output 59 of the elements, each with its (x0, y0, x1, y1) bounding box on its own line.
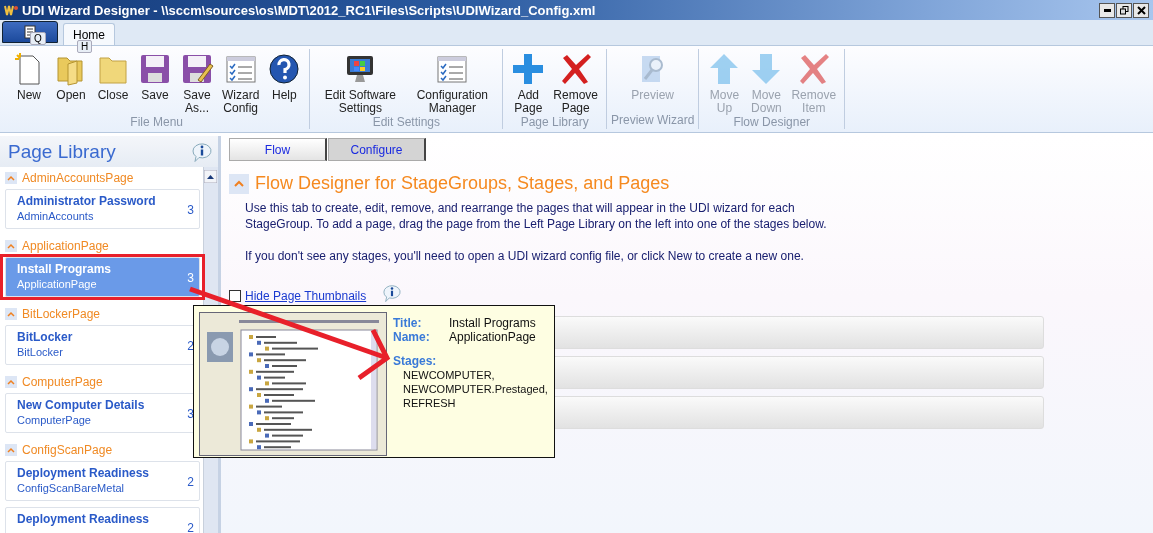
key-tip-tooltip: Q (30, 32, 46, 45)
page-title: Deployment Readiness (17, 512, 150, 526)
window-title: UDI Wizard Designer - \\sccm\sources\os\MDT\2012_RC1\Files\Scripts\UDIWizard_Config.xml (22, 2, 597, 18)
ribbon-button[interactable]: Save As... (176, 52, 218, 115)
ribbon-button[interactable]: Add Page (507, 52, 550, 115)
group-header: ApplicationPage (22, 239, 109, 253)
group-header: ConfigScanPage (22, 443, 113, 457)
ribbon-button[interactable]: Open (50, 52, 92, 115)
ribbon-button[interactable]: Close (92, 52, 134, 115)
group-header: ComputerPage (22, 375, 103, 389)
page-type: ConfigScanBareMetal (17, 482, 125, 494)
field-value: ApplicationPage (449, 330, 536, 344)
group-header: BitLockerPage (22, 307, 101, 321)
ribbon-group-label: Edit Settings (372, 115, 441, 131)
page-title: Deployment Readiness (17, 466, 150, 480)
ribbon-button[interactable]: Remove Page (549, 52, 603, 115)
page-title: Administrator Password (17, 194, 156, 208)
stage-name: NEWCOMPUTER, (403, 368, 496, 382)
field-label: Title: (393, 316, 423, 330)
page-type: ApplicationPage (17, 278, 98, 290)
ribbon-group-label: Page Library (520, 115, 589, 131)
ribbon-button[interactable]: Help (263, 52, 306, 115)
page-count: 3 (187, 271, 194, 285)
content-tab[interactable]: Flow (229, 138, 327, 161)
ribbon-button[interactable]: Save (134, 52, 176, 115)
section-title: Flow Designer for StageGroups, Stages, and Pages (255, 173, 670, 194)
page-count: 2 (187, 521, 194, 533)
content-tab[interactable]: Configure (328, 138, 426, 161)
checkbox-label[interactable]: Hide Page Thumbnails (245, 288, 367, 303)
ribbon-button[interactable]: Edit Software Settings (314, 52, 407, 115)
field-label: Name: (393, 330, 431, 344)
field-label: Stages: (393, 354, 438, 368)
ribbon-group-label: Flow Designer (733, 115, 811, 131)
sidebar-title: Page Library (8, 140, 116, 163)
page-count: 2 (187, 475, 194, 489)
page-card[interactable]: Deployment Readiness 2 (5, 507, 200, 533)
ribbon-group-label: File Menu (130, 115, 183, 131)
page-title: Install Programs (17, 262, 112, 276)
page-count: 3 (187, 203, 194, 217)
stage-name: NEWCOMPUTER.Prestaged, (403, 382, 548, 396)
description-text: Use this tab to create, edit, remove, and rearrange the pages that will appear in the UDI wizard for each StageGroup. To add a page, drag the page from the Left Page Library on the left into one of the stages below. (245, 200, 828, 232)
description-text: If you don't see any stages, you'll need to open a UDI wizard config file, or click New to create a new one. (245, 248, 805, 264)
ribbon-group-label: Preview Wizard (611, 113, 695, 129)
page-count: 3 (187, 407, 194, 421)
ribbon-button[interactable]: Wizard Config (218, 52, 264, 115)
page-title: BitLocker (17, 330, 73, 344)
key-tip-tooltip: H (77, 40, 93, 53)
page-title: New Computer Details (17, 398, 145, 412)
group-header: AdminAccountsPage (22, 171, 134, 185)
page-type: AdminAccounts (17, 210, 95, 222)
page-card[interactable]: Deployment Readiness ConfigScanBareMetal 2 (5, 461, 200, 501)
field-value: Install Programs (449, 316, 536, 330)
page-card[interactable]: Administrator Password AdminAccounts 3 (5, 189, 200, 229)
stage-name: REFRESH (403, 396, 457, 410)
page-type: BitLocker (17, 346, 64, 358)
page-count: 2 (187, 339, 194, 353)
page-type: ComputerPage (17, 414, 92, 426)
ribbon-button[interactable]: Configuration Manager (406, 52, 499, 115)
ribbon-button[interactable]: New (8, 52, 50, 115)
